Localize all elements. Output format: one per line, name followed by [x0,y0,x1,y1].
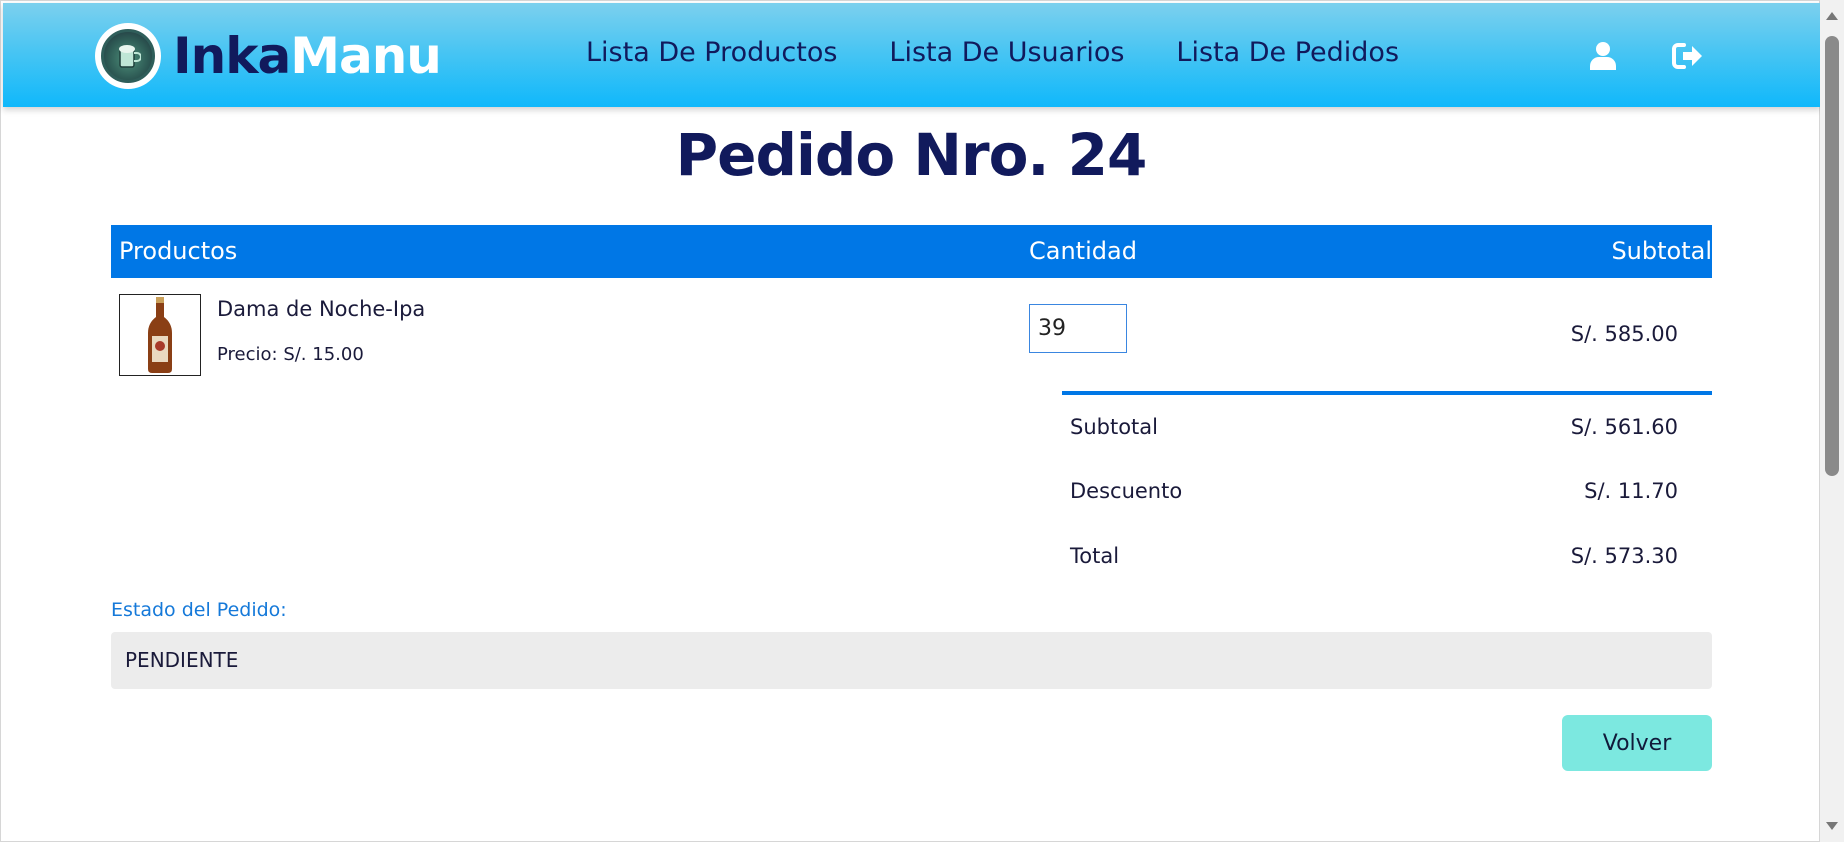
page-title: Pedido Nro. 24 [675,117,1148,193]
brand-name-part1: Inka [173,27,291,85]
summary-subtotal-label: Subtotal [1070,415,1158,439]
back-button[interactable]: Volver [1562,715,1712,771]
order-status-label: Estado del Pedido: [111,599,287,621]
brand-name-part2: Manu [290,27,442,85]
summary-discount-label: Descuento [1070,479,1183,503]
summary-total-label: Total [1070,544,1120,568]
brand-name: InkaManu [173,27,442,85]
beer-mug-icon [119,45,141,68]
logo-emblem-icon [101,29,155,83]
top-navbar: InkaManu Lista De Productos Lista De Usu… [3,3,1821,107]
column-header-quantity: Cantidad [1029,237,1137,265]
product-image [119,294,201,376]
brand[interactable]: InkaManu [95,23,442,89]
page-title-text: Pedido Nro. 24 [675,121,1148,189]
beer-bottle-icon [148,297,172,373]
summary-subtotal-value: S/. 561.60 [1570,415,1678,439]
product-name: Dama de Noche-Ipa [217,297,426,321]
summary-total-value: S/. 573.30 [1570,544,1678,568]
title-area: Pedido Nro. 24 [1,117,1821,193]
summary-discount-value: S/. 11.70 [1584,479,1678,503]
scroll-down-arrow-icon[interactable] [1826,822,1838,830]
app-window: InkaManu Lista De Productos Lista De Usu… [0,0,1821,842]
nav-link-pedidos[interactable]: Lista De Pedidos [1176,37,1399,68]
order-table-header: Productos Cantidad Subtotal [111,225,1712,278]
nav-link-usuarios[interactable]: Lista De Usuarios [889,37,1124,68]
main-nav: Lista De Productos Lista De Usuarios Lis… [586,37,1451,68]
summary-divider [1062,391,1712,395]
logout-icon[interactable] [1671,39,1705,73]
page-scrollbar[interactable] [1820,0,1844,842]
nav-link-productos[interactable]: Lista De Productos [586,37,837,68]
scroll-thumb[interactable] [1825,36,1839,476]
user-icon[interactable] [1586,39,1620,73]
order-status-field[interactable]: PENDIENTE [111,632,1712,689]
quantity-input[interactable] [1029,304,1127,353]
brewery-logo [95,23,161,89]
product-price: Precio: S/. 15.00 [217,344,364,365]
row-subtotal: S/. 585.00 [1570,322,1678,346]
scroll-up-arrow-icon[interactable] [1826,12,1838,20]
column-header-products: Productos [119,237,238,265]
column-header-subtotal: Subtotal [1611,237,1712,265]
